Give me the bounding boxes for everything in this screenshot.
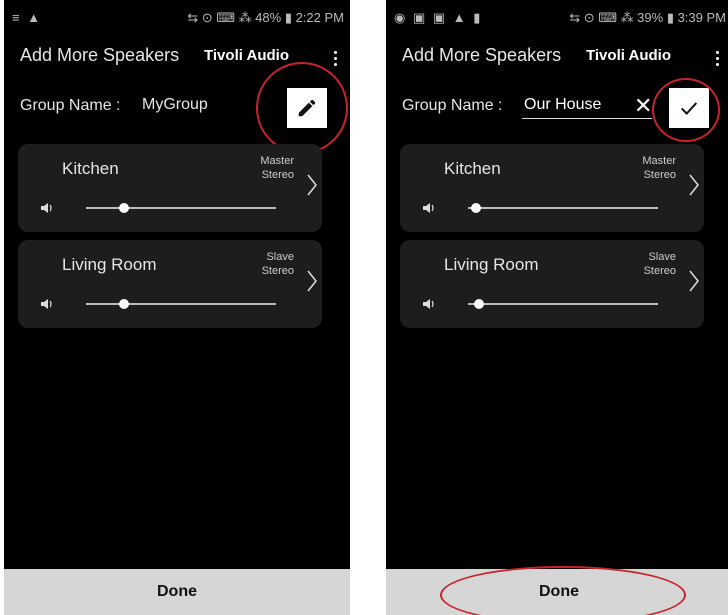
speaker-volume-icon: [423, 203, 434, 213]
volume-slider-track[interactable]: [468, 303, 658, 305]
clear-icon[interactable]: ✕: [634, 93, 652, 119]
group-name-value: MyGroup: [142, 96, 208, 113]
group-name-row: Group Name : MyGroup: [4, 88, 350, 128]
status-bar: ◉ ▣ ▣ ▲ ▮ ⇆ ⊙ ⌨ ⁂ 39% ▮ 3:39 PM: [386, 0, 728, 34]
speaker-role: Master Stereo: [642, 154, 676, 182]
speaker-role: Slave Stereo: [644, 250, 676, 278]
volume-slider-track[interactable]: [468, 207, 658, 209]
speaker-role-line2: Stereo: [261, 265, 294, 277]
chevron-right-icon[interactable]: [688, 174, 700, 196]
speaker-role: Slave Stereo: [262, 250, 294, 278]
speaker-role-line2: Stereo: [643, 265, 676, 277]
volume-slider-track[interactable]: [86, 303, 276, 305]
status-icons-left: ◉ ▣ ▣ ▲ ▮: [394, 10, 483, 25]
group-name-label: Group Name :: [402, 97, 503, 114]
more-options-icon[interactable]: [330, 48, 340, 68]
page-title: Add More Speakers: [20, 45, 180, 65]
status-icons-right: ⇆ ⊙ ⌨ ⁂ 39% ▮ 3:39 PM: [569, 10, 726, 25]
brand-label: Tivoli Audio: [586, 47, 671, 64]
speaker-volume-icon: [41, 299, 52, 309]
speaker-volume-icon: [41, 203, 52, 213]
speaker-room-name: Kitchen: [62, 159, 119, 178]
speaker-role-line1: Slave: [648, 251, 676, 263]
speaker-card-kitchen[interactable]: Kitchen Master Stereo: [400, 144, 704, 232]
status-bar: ≡ ▲ ⇆ ⊙ ⌨ ⁂ 48% ▮ 2:22 PM: [4, 0, 350, 34]
speaker-role-line1: Master: [260, 155, 294, 167]
done-bar: Done: [386, 569, 728, 615]
speaker-card-living-room[interactable]: Living Room Slave Stereo: [18, 240, 322, 328]
volume-slider-thumb[interactable]: [474, 299, 485, 309]
app-bar: Add More Speakers Tivoli Audio: [386, 40, 728, 74]
speaker-role: Master Stereo: [260, 154, 294, 182]
done-button[interactable]: Done: [151, 582, 203, 602]
speaker-room-name: Living Room: [62, 255, 157, 274]
app-bar: Add More Speakers Tivoli Audio: [4, 40, 350, 74]
group-name-input[interactable]: [522, 92, 652, 119]
group-name-row: Group Name : ✕: [386, 88, 728, 128]
chevron-right-icon[interactable]: [688, 270, 700, 292]
speaker-role-line1: Slave: [266, 251, 294, 263]
chevron-right-icon[interactable]: [306, 270, 318, 292]
status-icons-right: ⇆ ⊙ ⌨ ⁂ 48% ▮ 2:22 PM: [187, 10, 344, 25]
status-icons-left: ≡ ▲: [12, 10, 43, 25]
done-bar: Done: [4, 569, 350, 615]
phone-screen-right: ◉ ▣ ▣ ▲ ▮ ⇆ ⊙ ⌨ ⁂ 39% ▮ 3:39 PM Add More…: [386, 0, 728, 615]
speaker-role-line1: Master: [642, 155, 676, 167]
speaker-card-living-room[interactable]: Living Room Slave Stereo: [400, 240, 704, 328]
more-options-icon[interactable]: [712, 48, 722, 68]
check-icon: [680, 102, 698, 115]
speaker-volume-icon: [423, 299, 434, 309]
page-title: Add More Speakers: [402, 45, 562, 65]
confirm-group-name-button[interactable]: [669, 88, 709, 128]
speaker-card-kitchen[interactable]: Kitchen Master Stereo: [18, 144, 322, 232]
volume-slider-thumb[interactable]: [119, 203, 129, 213]
phone-screen-left: ≡ ▲ ⇆ ⊙ ⌨ ⁂ 48% ▮ 2:22 PM Add More Speak…: [4, 0, 350, 615]
edit-group-name-button[interactable]: [287, 88, 327, 128]
brand-label: Tivoli Audio: [204, 47, 289, 64]
chevron-right-icon[interactable]: [306, 174, 318, 196]
group-name-label: Group Name :: [20, 97, 121, 114]
pencil-icon: [298, 99, 316, 117]
volume-slider-track[interactable]: [86, 207, 276, 209]
speaker-role-line2: Stereo: [261, 169, 294, 181]
speaker-room-name: Living Room: [444, 255, 539, 274]
volume-slider-thumb[interactable]: [470, 203, 481, 213]
volume-slider-thumb[interactable]: [119, 299, 129, 309]
speaker-room-name: Kitchen: [444, 159, 501, 178]
speaker-role-line2: Stereo: [643, 169, 676, 181]
done-button[interactable]: Done: [533, 582, 585, 602]
